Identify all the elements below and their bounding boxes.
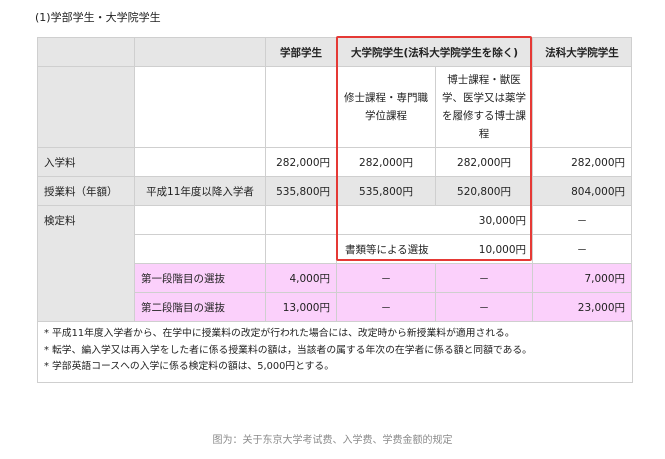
header-blank — [37, 37, 135, 67]
cell-admission-undergrad: 282,000円 — [265, 147, 337, 177]
table-subheader-row: 修士課程・専門職学位課程 博士課程・獣医学、医学又は薬学を履修する博士課程 — [37, 66, 633, 148]
subheader-blank — [265, 66, 337, 148]
exam-documents-label: 書類等による選抜 — [345, 243, 429, 256]
cell-stage1-doctoral: － — [434, 263, 534, 293]
cell-admission-law: 282,000円 — [532, 147, 633, 177]
cell-exam-documents-law: － — [532, 234, 633, 264]
image-caption: 图为：关于东京大学考试费、入学费、学费金额的规定 — [212, 435, 453, 446]
cell-stage1-masters: － — [336, 263, 436, 293]
subheader-masters: 修士課程・専門職学位課程 — [336, 66, 436, 148]
subheader-blank — [532, 66, 633, 148]
cell-admission-masters: 282,000円 — [336, 147, 436, 177]
subheader-blank — [134, 66, 266, 148]
cell-blank — [265, 205, 337, 235]
cell-tuition-law: 804,000円 — [532, 176, 633, 206]
header-law: 法科大学院学生 — [532, 37, 633, 67]
row-label-stage1: 第一段階目の選抜 — [134, 263, 266, 293]
table-row-admission: 入学料 282,000円 282,000円 282,000円 282,000円 — [37, 147, 633, 177]
cell-blank — [134, 205, 266, 235]
header-undergrad: 学部学生 — [265, 37, 337, 67]
table-row-exam: 検定料 30,000円 － — [37, 205, 633, 322]
cell-blank — [134, 147, 266, 177]
row-label-admission: 入学料 — [37, 147, 135, 177]
row-label-exam: 検定料 — [37, 205, 135, 322]
subheader-doctoral: 博士課程・獣医学、医学又は薬学を履修する博士課程 — [434, 66, 534, 148]
cell-exam-law: － — [532, 205, 633, 235]
cell-tuition-undergrad: 535,800円 — [265, 176, 337, 206]
cell-stage2-masters: － — [336, 292, 436, 322]
cell-tuition-doctoral: 520,800円 — [434, 176, 534, 206]
table-notes: * 平成11年度入学者から、在学中に授業料の改定が行われた場合には、改定時から新… — [37, 320, 633, 383]
note-item: * 転学、編入学又は再入学をした者に係る授業料の額は，当該者の属する年次の在学者… — [44, 344, 532, 356]
note-item: * 学部英語コースへの入学に係る検定料の額は、5,000円とする。 — [44, 361, 334, 372]
cell-stage2-doctoral: － — [434, 292, 534, 322]
cell-tuition-masters: 535,800円 — [336, 176, 436, 206]
subheader-blank — [37, 66, 135, 148]
note-item: * 平成11年度入学者から、在学中に授業料の改定が行われた場合には、改定時から新… — [44, 328, 515, 339]
cell-stage2-law: 23,000円 — [532, 292, 633, 322]
header-blank — [134, 37, 266, 67]
row-sublabel-tuition: 平成11年度以降入学者 — [134, 176, 266, 206]
cell-stage1-law: 7,000円 — [532, 263, 633, 293]
cell-stage2-undergrad: 13,000円 — [265, 292, 337, 322]
cell-exam-documents: 書類等による選抜 10,000円 — [335, 234, 534, 264]
row-label-tuition: 授業料（年額） — [37, 176, 135, 206]
fee-table: 学部学生 大学院学生(法科大学院学生を除く) 法科大学院学生 修士課程・専門職学… — [37, 37, 633, 322]
row-label-stage2: 第二段階目の選抜 — [134, 292, 266, 322]
table-row-tuition: 授業料（年額） 平成11年度以降入学者 535,800円 535,800円 52… — [37, 176, 633, 206]
section-heading: (1)学部学生・大学院学生 — [35, 11, 161, 24]
header-grad: 大学院学生(法科大学院学生を除く) — [335, 37, 534, 67]
cell-blank — [265, 234, 337, 264]
cell-stage1-undergrad: 4,000円 — [265, 263, 337, 293]
cell-exam-grad: 30,000円 — [335, 205, 534, 235]
exam-documents-amount: 10,000円 — [478, 243, 527, 256]
cell-admission-doctoral: 282,000円 — [434, 147, 534, 177]
table-header-row: 学部学生 大学院学生(法科大学院学生を除く) 法科大学院学生 — [37, 37, 633, 67]
cell-blank — [134, 234, 266, 264]
